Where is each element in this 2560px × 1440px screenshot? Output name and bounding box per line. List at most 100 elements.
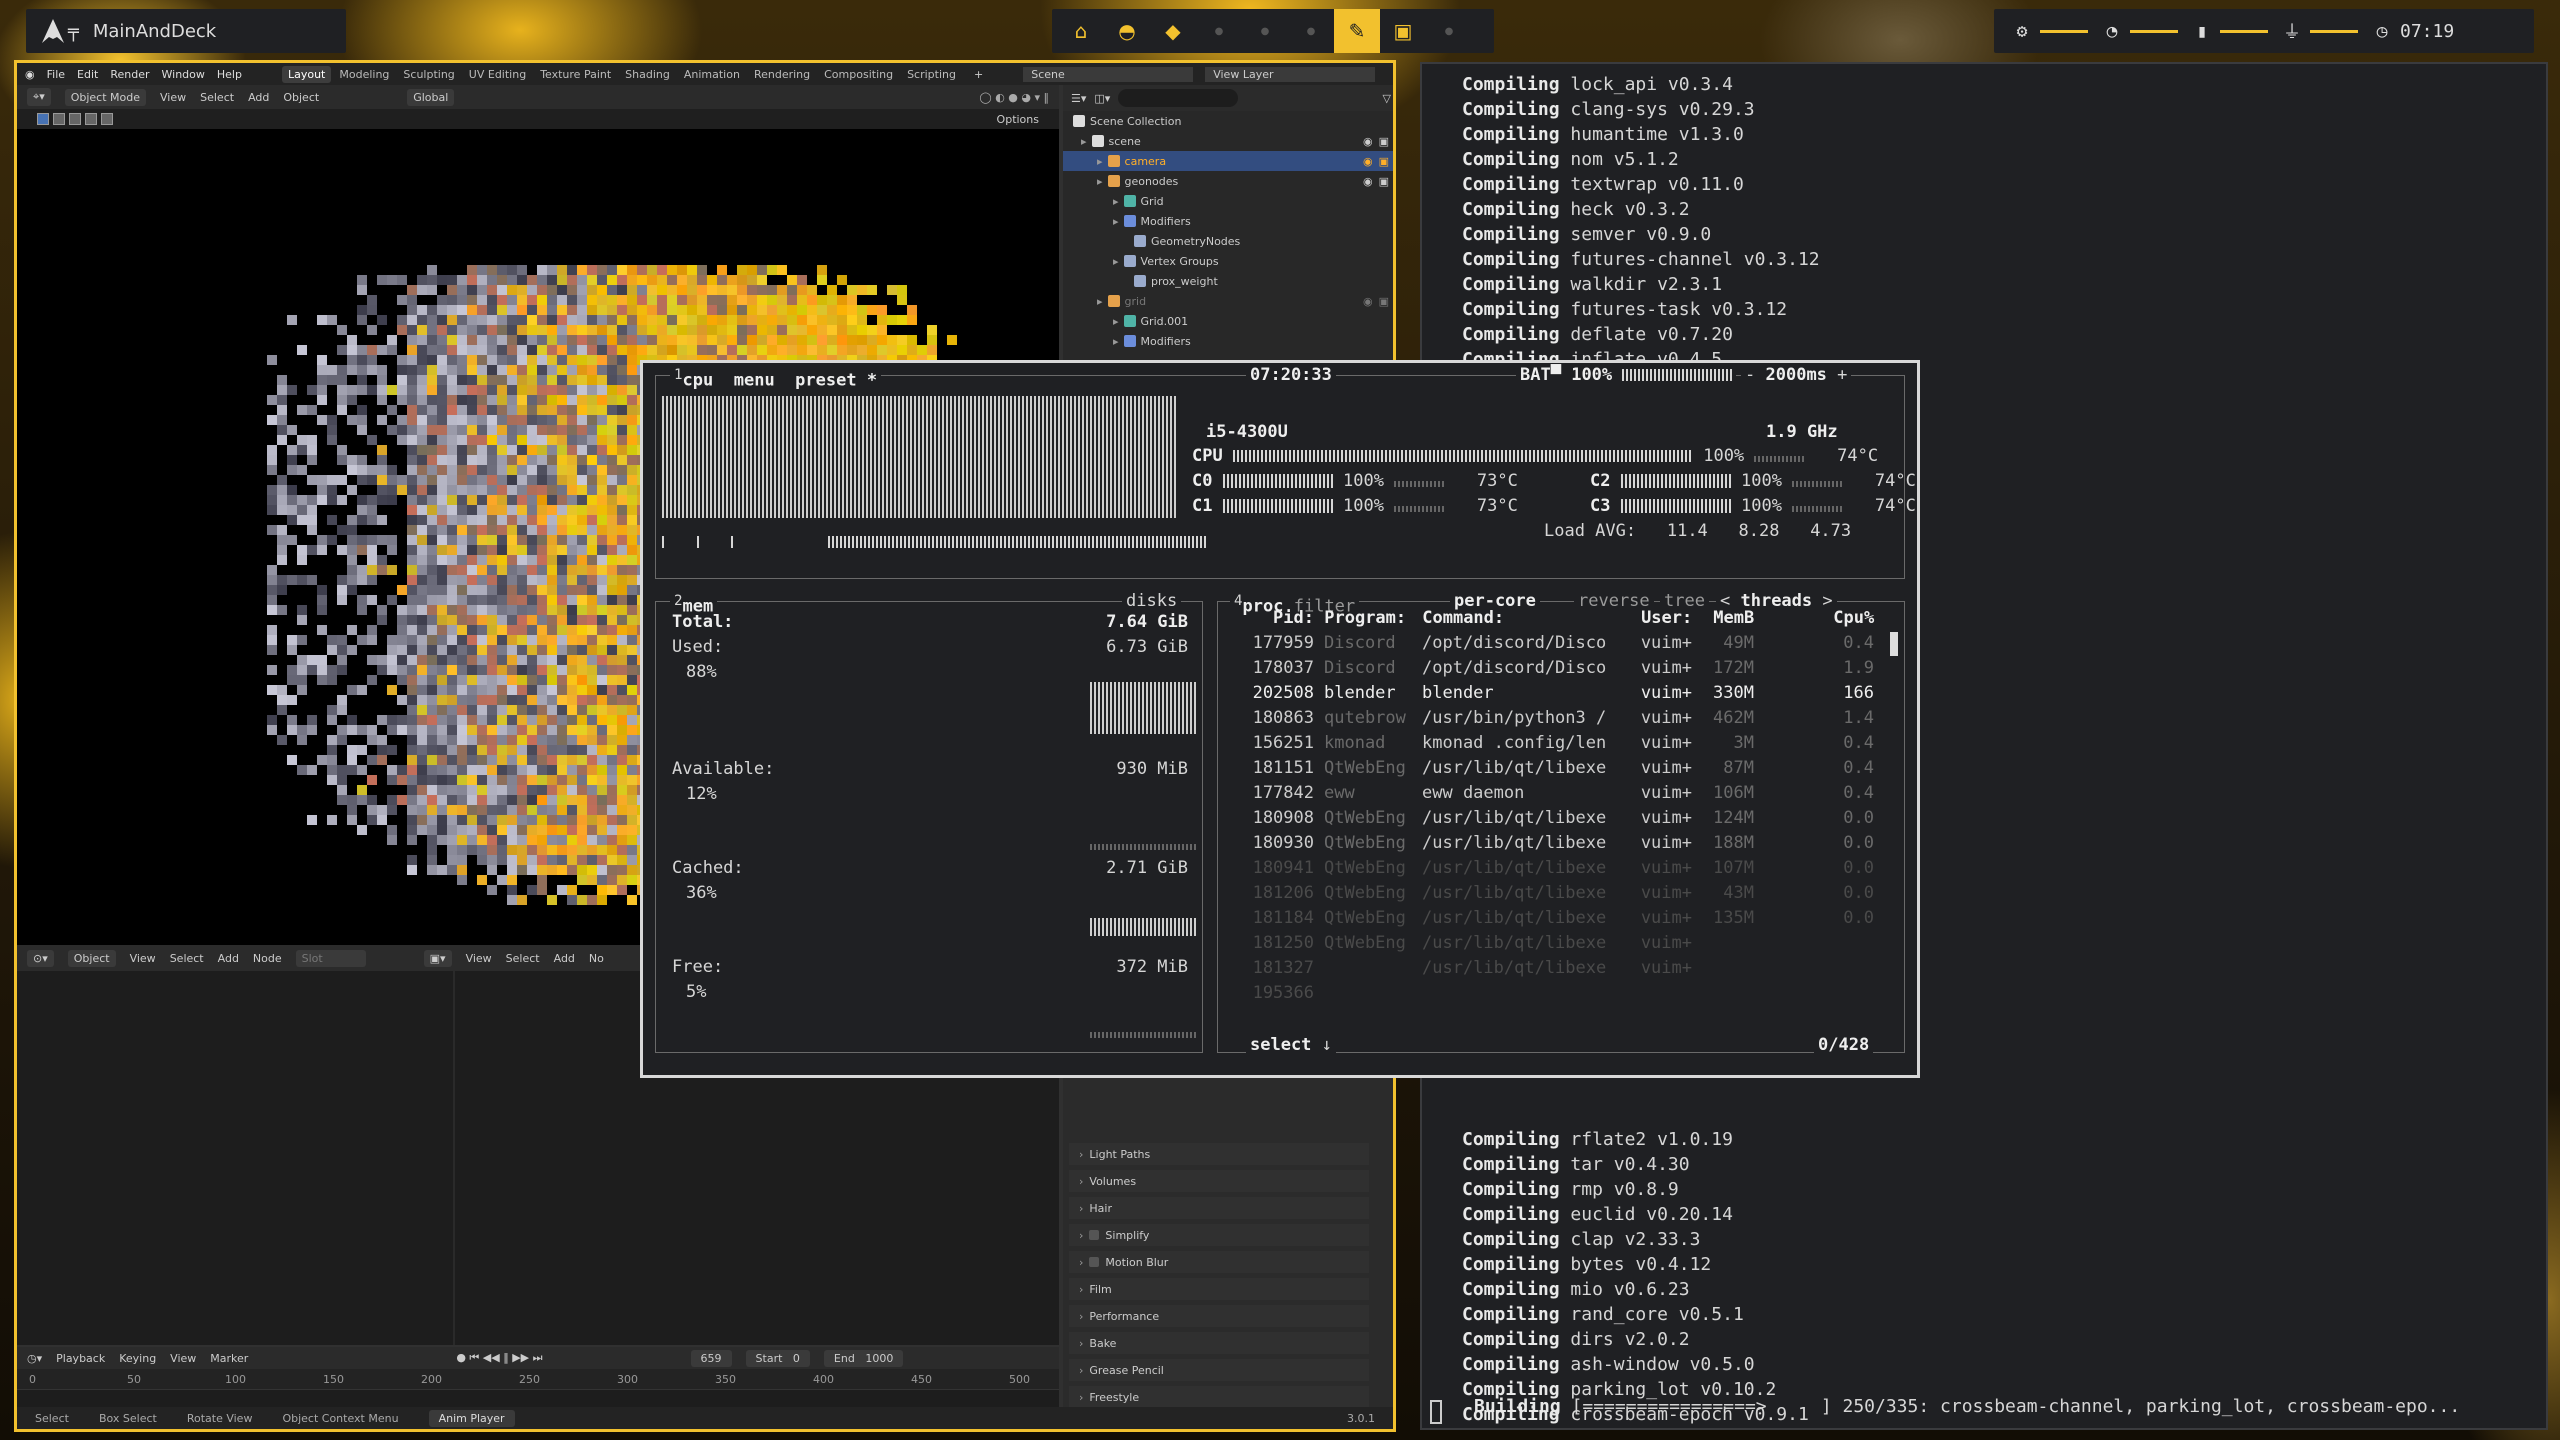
outliner-row[interactable]: ▸ Modifiers: [1063, 211, 1393, 231]
expand-chevron-icon[interactable]: ▸: [1081, 135, 1087, 148]
editor-type-dropdown[interactable]: ◷▾: [27, 1352, 42, 1365]
expand-chevron-icon[interactable]: ▸: [1113, 215, 1119, 228]
outliner-row[interactable]: prox_weight: [1063, 271, 1393, 291]
command-header[interactable]: Command:: [1422, 606, 1632, 631]
select-menu[interactable]: Select: [200, 91, 234, 104]
outliner-row[interactable]: ▸ Grid: [1063, 191, 1393, 211]
outliner-row[interactable]: ▸ geonodes ◉ ▣: [1063, 171, 1393, 191]
workspace-dot-icon[interactable]: ●: [1242, 9, 1288, 53]
keying-menu[interactable]: Keying: [119, 1352, 156, 1365]
expand-chevron-icon[interactable]: ▸: [1097, 295, 1103, 308]
select-mode-icon[interactable]: [69, 113, 81, 125]
outliner-row[interactable]: GeometryNodes: [1063, 231, 1393, 251]
expand-chevron-icon[interactable]: ▸: [1113, 335, 1119, 348]
tab-uv-editing[interactable]: UV Editing: [463, 66, 532, 83]
process-row[interactable]: 181184 QtWebEng/usr/lib/qt/libexe vuim+ 135…: [1244, 906, 1874, 931]
eye-icon[interactable]: ◉: [1363, 155, 1373, 168]
playback-controls[interactable]: ● ⏮ ◀◀ ‖ ▶▶ ⏭: [456, 1351, 542, 1365]
btop-window[interactable]: 1cpu menu preset * 07:20:33 BAT▀ 100% - …: [640, 360, 1920, 1078]
outliner-row[interactable]: ▸ Modifiers: [1063, 331, 1393, 351]
expand-chevron-icon[interactable]: ▸: [1113, 195, 1119, 208]
slot-dropdown[interactable]: Slot: [295, 949, 366, 967]
add-menu[interactable]: Add: [248, 91, 269, 104]
program-header[interactable]: Program:: [1324, 606, 1422, 631]
view-menu[interactable]: View: [170, 1352, 196, 1365]
view-menu[interactable]: View: [130, 952, 156, 965]
orientation-dropdown[interactable]: Global: [407, 88, 455, 106]
process-row[interactable]: 180908 QtWebEng/usr/lib/qt/libexe vuim+ 124…: [1244, 806, 1874, 831]
tab-animation[interactable]: Animation: [678, 66, 746, 83]
disks-tab[interactable]: disks: [1122, 591, 1182, 611]
menu-file[interactable]: File: [47, 68, 65, 81]
view-menu[interactable]: View: [160, 91, 186, 104]
marker-menu[interactable]: Marker: [210, 1352, 248, 1365]
process-row[interactable]: 177842 eww eww daemon vuim+ 106M 0.4: [1244, 781, 1874, 806]
process-row[interactable]: 177959 Discord/opt/discord/Disco vuim+ 49M 0…: [1244, 631, 1874, 656]
eye-icon[interactable]: ◉: [1363, 175, 1373, 188]
scene-collection-row[interactable]: Scene Collection: [1063, 111, 1393, 131]
workspace-dot-icon[interactable]: ●: [1196, 9, 1242, 53]
turtle-icon[interactable]: ◓: [1104, 9, 1150, 53]
chat-icon[interactable]: ▣: [1380, 9, 1426, 53]
shading-buttons[interactable]: ◯ ◐ ● ◕ ▾ ‖: [979, 91, 1049, 104]
object-type-dropdown[interactable]: Object: [67, 949, 116, 967]
tab-rendering[interactable]: Rendering: [748, 66, 816, 83]
panel-freestyle[interactable]: › Freestyle: [1069, 1386, 1369, 1408]
select-button[interactable]: select ↓: [1246, 1035, 1336, 1055]
expand-chevron-icon[interactable]: ▸: [1097, 155, 1103, 168]
diamond-icon[interactable]: ◆: [1150, 9, 1196, 53]
process-row[interactable]: 181206 QtWebEng/usr/lib/qt/libexe vuim+ 43M…: [1244, 881, 1874, 906]
panel-grease-pencil[interactable]: › Grease Pencil: [1069, 1359, 1369, 1381]
node-menu[interactable]: Node: [253, 952, 282, 965]
proc-scrollbar[interactable]: [1890, 632, 1898, 656]
menu-button[interactable]: menu: [734, 371, 775, 391]
expand-chevron-icon[interactable]: ▸: [1113, 315, 1119, 328]
camera-render-icon[interactable]: ▣: [1379, 175, 1389, 188]
workspace-dot-icon[interactable]: ●: [1288, 9, 1334, 53]
expand-chevron-icon[interactable]: ▸: [1113, 255, 1119, 268]
process-row[interactable]: 180941 QtWebEng/usr/lib/qt/libexe vuim+ 107…: [1244, 856, 1874, 881]
start-frame-field[interactable]: Start 0: [745, 1349, 810, 1367]
menu-window[interactable]: Window: [162, 68, 205, 81]
tab-layout[interactable]: Layout: [281, 65, 332, 83]
editor-type-dropdown[interactable]: ⊙▾: [27, 949, 54, 967]
process-row[interactable]: 180863 qutebrow/usr/bin/python3 /vuim+ 462…: [1244, 706, 1874, 731]
process-row[interactable]: 181151 QtWebEng/usr/lib/qt/libexe vuim+ 87M…: [1244, 756, 1874, 781]
menu-help[interactable]: Help: [217, 68, 242, 81]
tab-texture-paint[interactable]: Texture Paint: [534, 66, 617, 83]
select-mode-icon[interactable]: [37, 113, 49, 125]
user-header[interactable]: User:: [1632, 606, 1692, 631]
tab-shading[interactable]: Shading: [619, 66, 676, 83]
select-mode-icon[interactable]: [85, 113, 97, 125]
process-row[interactable]: 180930 QtWebEng/usr/lib/qt/libexe vuim+ 188…: [1244, 831, 1874, 856]
process-row[interactable]: 181250 QtWebEng/usr/lib/qt/libexe vuim+: [1244, 931, 1874, 956]
select-menu[interactable]: Select: [170, 952, 204, 965]
panel-light-paths[interactable]: › Light Paths: [1069, 1143, 1369, 1165]
menu-render[interactable]: Render: [110, 68, 149, 81]
anim-player-button[interactable]: Anim Player: [428, 1409, 515, 1427]
outliner-row[interactable]: ▸ scene ◉ ▣: [1063, 131, 1393, 151]
add-workspace-icon[interactable]: +: [974, 68, 983, 81]
camera-render-icon[interactable]: ▣: [1379, 135, 1389, 148]
process-row[interactable]: 178037 Discord/opt/discord/Disco vuim+ 172M…: [1244, 656, 1874, 681]
end-frame-field[interactable]: End 1000: [823, 1349, 904, 1367]
outliner-row[interactable]: ▸ camera ◉ ▣: [1063, 151, 1393, 171]
outliner-search[interactable]: [1118, 89, 1239, 107]
menu-edit[interactable]: Edit: [77, 68, 98, 81]
outliner-row[interactable]: ▸ Grid.001: [1063, 311, 1393, 331]
refresh-minus[interactable]: -: [1745, 365, 1755, 385]
tab-compositing[interactable]: Compositing: [818, 66, 899, 83]
brush-icon[interactable]: ✎: [1334, 9, 1380, 53]
pid-header[interactable]: Pid:: [1244, 606, 1314, 631]
process-row[interactable]: 202508 blender blender vuim+ 330M 166: [1244, 681, 1874, 706]
camera-render-icon[interactable]: ▣: [1379, 295, 1389, 308]
eye-icon[interactable]: ◉: [1363, 135, 1373, 148]
node-menu-2[interactable]: No: [589, 952, 604, 965]
add-menu-2[interactable]: Add: [554, 952, 575, 965]
playback-menu[interactable]: Playback: [56, 1352, 105, 1365]
home-icon[interactable]: ⌂: [1058, 9, 1104, 53]
panel-hair[interactable]: › Hair: [1069, 1197, 1369, 1219]
panel-film[interactable]: › Film: [1069, 1278, 1369, 1300]
eye-icon[interactable]: ◉: [1363, 295, 1373, 308]
view-menu-2[interactable]: View: [466, 952, 492, 965]
